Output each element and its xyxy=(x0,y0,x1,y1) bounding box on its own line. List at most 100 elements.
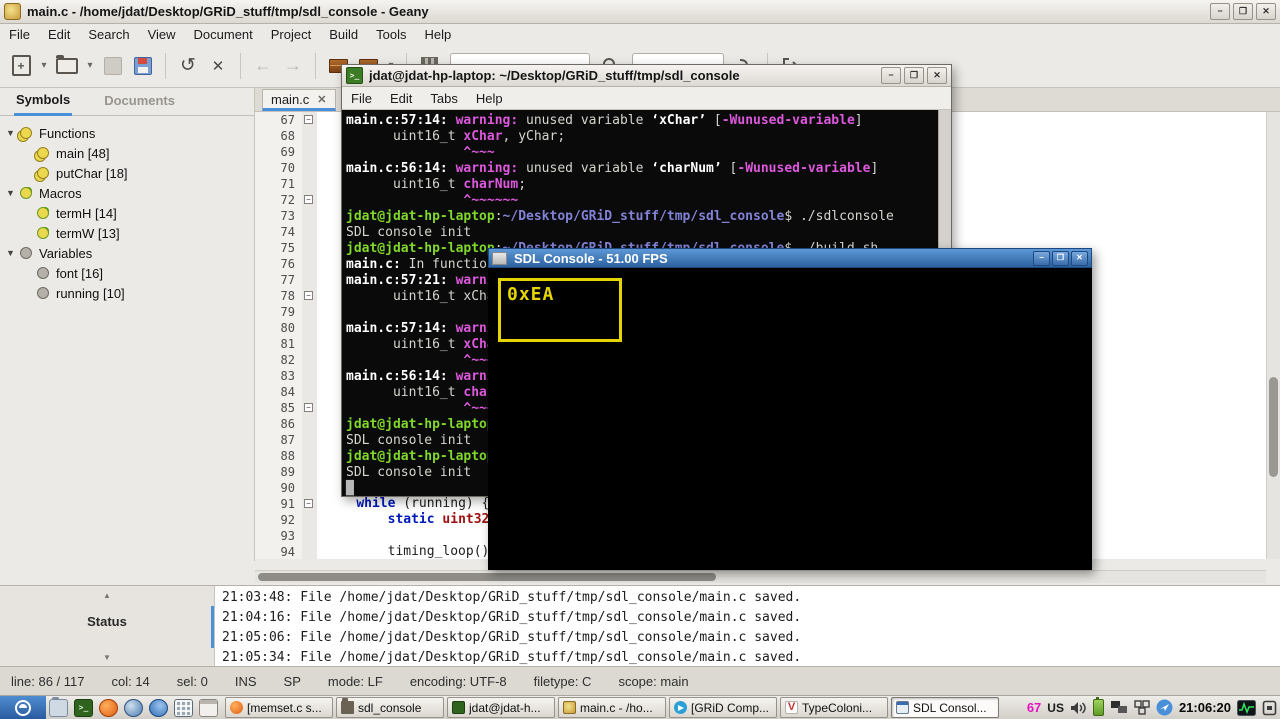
language-indicator[interactable]: US xyxy=(1047,701,1064,715)
new-file-dropdown[interactable] xyxy=(38,52,50,80)
fold-collapse-icon[interactable]: − xyxy=(304,403,313,412)
sidebar-item-main[interactable]: main [48] xyxy=(0,143,254,163)
revert-button[interactable] xyxy=(175,52,201,80)
launcher-browser[interactable] xyxy=(146,696,171,719)
expander-icon[interactable]: ▼ xyxy=(6,248,20,258)
scroll-down-arrow-icon[interactable]: ▼ xyxy=(0,653,214,662)
editor-horizontal-scrollbar[interactable] xyxy=(255,570,1266,583)
close-file-button[interactable] xyxy=(205,52,231,80)
fold-collapse-icon[interactable]: − xyxy=(304,115,313,124)
tab-symbols[interactable]: Symbols xyxy=(14,88,72,116)
tab-status[interactable]: Status xyxy=(0,614,214,629)
terminal-titlebar[interactable]: jdat@jdat-hp-laptop: ~/Desktop/GRiD_stuf… xyxy=(342,65,951,87)
system-monitor-icon[interactable] xyxy=(1237,700,1256,716)
code-text xyxy=(317,464,325,480)
sdl-titlebar[interactable]: SDL Console - 51.00 FPS − ❐ ✕ xyxy=(488,248,1092,268)
navigate-forward-button[interactable] xyxy=(280,52,306,80)
launcher-file-manager[interactable] xyxy=(46,696,71,719)
taskbar-window-sdl[interactable]: SDL Consol... xyxy=(891,697,999,718)
menu-file[interactable]: File xyxy=(342,91,381,106)
updater-icon[interactable] xyxy=(1156,699,1173,716)
close-button[interactable]: ✕ xyxy=(1256,3,1276,20)
taskbar-window-telegram[interactable]: [GRiD Comp... xyxy=(669,697,777,718)
geany-titlebar[interactable]: main.c - /home/jdat/Desktop/GRiD_stuff/t… xyxy=(0,0,1280,24)
navigate-back-button[interactable] xyxy=(250,52,276,80)
clock[interactable]: 21:06:20 xyxy=(1179,700,1231,715)
menu-edit[interactable]: Edit xyxy=(39,27,79,42)
menu-document[interactable]: Document xyxy=(185,27,262,42)
maximize-button[interactable]: ❐ xyxy=(904,67,924,84)
scroll-up-arrow-icon[interactable]: ▲ xyxy=(0,591,214,600)
launcher-calculator[interactable] xyxy=(171,696,196,719)
minimize-button[interactable]: − xyxy=(881,67,901,84)
sidebar-item-termw[interactable]: termW [13] xyxy=(0,223,254,243)
close-button[interactable]: ✕ xyxy=(1071,251,1088,266)
menu-tools[interactable]: Tools xyxy=(367,27,415,42)
menu-search[interactable]: Search xyxy=(79,27,138,42)
scrollbar-thumb[interactable] xyxy=(1269,377,1278,477)
menu-help[interactable]: Help xyxy=(416,27,461,42)
open-file-dropdown[interactable] xyxy=(84,52,96,80)
menu-help[interactable]: Help xyxy=(467,91,512,106)
terminal-text: charNum xyxy=(463,177,518,192)
taskbar-window-folder[interactable]: sdl_console xyxy=(336,697,444,718)
minimize-button[interactable]: − xyxy=(1210,3,1230,20)
expander-icon[interactable]: ▼ xyxy=(6,188,20,198)
editor-vertical-scrollbar[interactable] xyxy=(1266,112,1280,559)
sidebar-item-variables[interactable]: ▼Variables xyxy=(0,243,254,263)
sidebar-item-termh[interactable]: termH [14] xyxy=(0,203,254,223)
fold-collapse-icon[interactable]: − xyxy=(304,291,313,300)
fold-collapse-icon[interactable]: − xyxy=(304,195,313,204)
window-layout-icon[interactable] xyxy=(1134,700,1150,715)
close-button[interactable]: ✕ xyxy=(927,67,947,84)
menu-build[interactable]: Build xyxy=(320,27,367,42)
scrollbar-thumb[interactable] xyxy=(258,573,716,581)
sidebar-item-running[interactable]: running [10] xyxy=(0,283,254,303)
tab-close-icon[interactable]: ✕ xyxy=(317,93,326,106)
fold-margin[interactable]: − xyxy=(302,192,317,208)
expander-icon[interactable]: ▼ xyxy=(6,128,20,138)
fold-collapse-icon[interactable]: − xyxy=(304,499,313,508)
menu-file[interactable]: File xyxy=(0,27,39,42)
taskbar-window-terminal[interactable]: jdat@jdat-h... xyxy=(447,697,555,718)
sidebar-item-putchar[interactable]: putChar [18] xyxy=(0,163,254,183)
fold-margin[interactable]: − xyxy=(302,112,317,128)
save-button[interactable] xyxy=(100,52,126,80)
menu-tabs[interactable]: Tabs xyxy=(421,91,466,106)
launcher-email[interactable] xyxy=(121,696,146,719)
save-all-button[interactable] xyxy=(130,52,156,80)
battery-icon[interactable] xyxy=(1093,699,1104,716)
new-file-button[interactable] xyxy=(8,52,34,80)
tab-documents[interactable]: Documents xyxy=(102,89,177,114)
minimize-button[interactable]: − xyxy=(1033,251,1050,266)
maximize-button[interactable]: ❐ xyxy=(1233,3,1253,20)
calculator-icon xyxy=(174,699,193,717)
network-icon[interactable] xyxy=(1110,700,1128,715)
menu-view[interactable]: View xyxy=(139,27,185,42)
taskbar-window-vivaldi[interactable]: TypeColoni... xyxy=(780,697,888,718)
fold-margin[interactable]: − xyxy=(302,400,317,416)
fold-margin[interactable]: − xyxy=(302,288,317,304)
tab-main-c[interactable]: main.c ✕ xyxy=(262,89,336,111)
taskbar-window-firefox[interactable]: [memset.c s... xyxy=(225,697,333,718)
maximize-button[interactable]: ❐ xyxy=(1052,251,1069,266)
menu-project[interactable]: Project xyxy=(262,27,320,42)
line-number: 91 xyxy=(255,496,302,512)
fold-margin xyxy=(302,480,317,496)
fold-margin xyxy=(302,464,317,480)
menu-edit[interactable]: Edit xyxy=(381,91,421,106)
taskbar-window-geany[interactable]: main.c - /ho... xyxy=(558,697,666,718)
fold-margin[interactable]: − xyxy=(302,496,317,512)
open-file-button[interactable] xyxy=(54,52,80,80)
launcher-show-desktop[interactable] xyxy=(196,696,221,719)
keyboard-layout-indicator[interactable]: 67 xyxy=(1027,700,1041,715)
volume-icon[interactable] xyxy=(1070,701,1087,715)
launcher-firefox[interactable] xyxy=(96,696,121,719)
start-menu-button[interactable] xyxy=(0,696,46,719)
sidebar-item-functions[interactable]: ▼Functions xyxy=(0,123,254,143)
sidebar-item-macros[interactable]: ▼Macros xyxy=(0,183,254,203)
launcher-terminal[interactable] xyxy=(71,696,96,719)
taskbar-windows: [memset.c s...sdl_consolejdat@jdat-h...m… xyxy=(225,697,999,718)
sidebar-item-font[interactable]: font [16] xyxy=(0,263,254,283)
lock-screen-icon[interactable] xyxy=(1262,700,1277,716)
